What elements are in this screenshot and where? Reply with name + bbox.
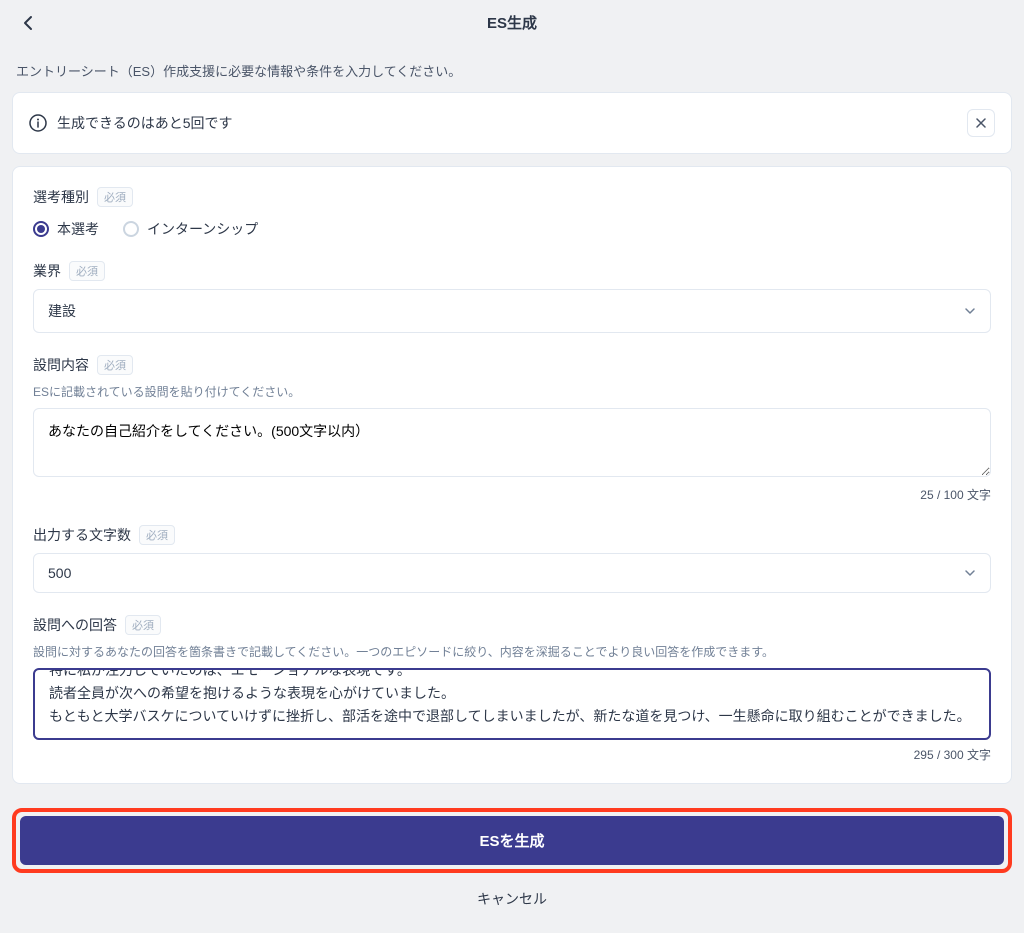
question-textarea[interactable] bbox=[33, 408, 991, 477]
required-badge: 必須 bbox=[97, 187, 133, 207]
char-output-select[interactable]: 500 bbox=[33, 553, 991, 593]
field-selection-type: 選考種別 必須 本選考 インターンシップ bbox=[33, 187, 991, 239]
radio-main-selection[interactable]: 本選考 bbox=[33, 219, 99, 239]
label-char-output: 出力する文字数 bbox=[33, 525, 131, 545]
page-description: エントリーシート（ES）作成支援に必要な情報や条件を入力してください。 bbox=[0, 45, 1024, 92]
close-icon bbox=[975, 117, 987, 129]
required-badge: 必須 bbox=[139, 525, 175, 545]
label-selection-type: 選考種別 bbox=[33, 187, 89, 207]
radio-indicator bbox=[33, 221, 49, 237]
label-industry: 業界 bbox=[33, 261, 61, 281]
page-title: ES生成 bbox=[16, 12, 1008, 33]
chevron-down-icon bbox=[964, 307, 976, 315]
button-area: ESを生成 キャンセル bbox=[0, 796, 1024, 933]
field-question: 設問内容 必須 ESに記載されている設問を貼り付けてください。 25 / 100… bbox=[33, 355, 991, 503]
select-value: 建設 bbox=[48, 301, 76, 321]
answer-textarea[interactable]: 特に私が注力していたのは、エモーショナルな表現です。読者全員が次への希望を抱ける… bbox=[33, 668, 991, 740]
back-button[interactable] bbox=[16, 11, 40, 35]
cancel-button[interactable]: キャンセル bbox=[12, 877, 1012, 921]
required-badge: 必須 bbox=[97, 355, 133, 375]
notice-close-button[interactable] bbox=[967, 109, 995, 137]
highlight-frame: ESを生成 bbox=[12, 808, 1012, 873]
field-char-output: 出力する文字数 必須 500 bbox=[33, 525, 991, 593]
chevron-down-icon bbox=[964, 569, 976, 577]
page-header: ES生成 bbox=[0, 0, 1024, 45]
radio-label: 本選考 bbox=[57, 219, 99, 239]
required-badge: 必須 bbox=[69, 261, 105, 281]
notice-card: 生成できるのはあと5回です bbox=[12, 92, 1012, 154]
field-answer: 設問への回答 必須 設問に対するあなたの回答を箇条書きで記載してください。一つの… bbox=[33, 615, 991, 763]
help-answer: 設問に対するあなたの回答を箇条書きで記載してください。一つのエピソードに絞り、内… bbox=[33, 643, 991, 660]
question-char-count: 25 / 100 文字 bbox=[33, 486, 991, 503]
radio-indicator bbox=[123, 221, 139, 237]
help-question: ESに記載されている設問を貼り付けてください。 bbox=[33, 383, 991, 400]
select-value: 500 bbox=[48, 565, 71, 581]
radio-label: インターンシップ bbox=[147, 219, 258, 239]
info-icon bbox=[29, 114, 47, 132]
label-question: 設問内容 bbox=[33, 355, 89, 375]
industry-select[interactable]: 建設 bbox=[33, 289, 991, 333]
chevron-left-icon bbox=[23, 15, 33, 31]
answer-char-count: 295 / 300 文字 bbox=[33, 746, 991, 763]
label-answer: 設問への回答 bbox=[33, 615, 117, 635]
form-card: 選考種別 必須 本選考 インターンシップ 業界 必須 建設 設問内容 必須 bbox=[12, 166, 1012, 784]
notice-text: 生成できるのはあと5回です bbox=[57, 113, 957, 133]
field-industry: 業界 必須 建設 bbox=[33, 261, 991, 333]
required-badge: 必須 bbox=[125, 615, 161, 635]
generate-button[interactable]: ESを生成 bbox=[20, 816, 1004, 865]
radio-internship[interactable]: インターンシップ bbox=[123, 219, 258, 239]
